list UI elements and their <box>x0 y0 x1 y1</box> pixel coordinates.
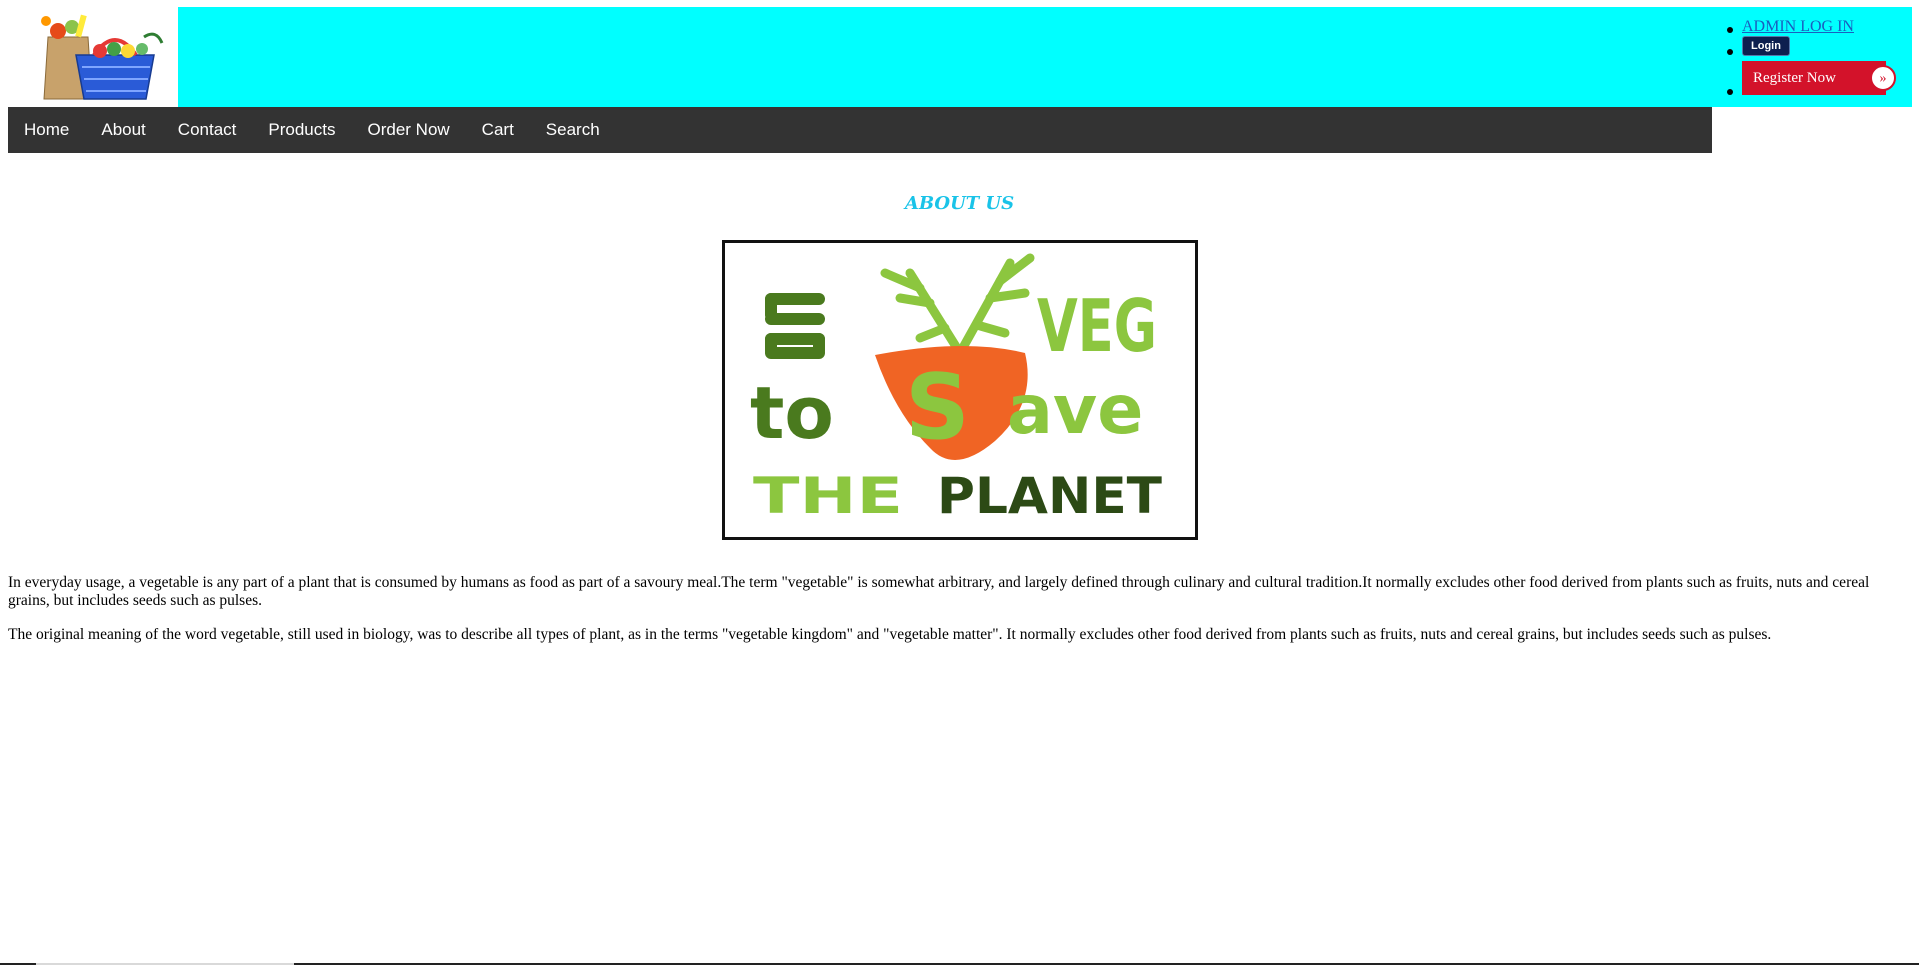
bullet-icon <box>1727 27 1733 33</box>
bullet-icon <box>1727 89 1733 95</box>
header-banner: ADMIN LOG IN Login Register Now » <box>178 7 1912 107</box>
nav-item-home[interactable]: Home <box>8 107 85 153</box>
header-links-list: ADMIN LOG IN Login Register Now » <box>1727 7 1912 107</box>
nav-item-about[interactable]: About <box>85 107 161 153</box>
sprout-icon <box>880 253 1035 358</box>
page-title: ABOUT US <box>904 193 1015 214</box>
veg-planet-image: VEG to S ave THE PLANET <box>722 240 1198 540</box>
register-now-button[interactable]: Register Now » <box>1742 61 1896 95</box>
admin-login-item: ADMIN LOG IN <box>1727 18 1854 36</box>
om-symbol-icon <box>765 293 825 359</box>
login-button[interactable]: Login <box>1742 36 1790 56</box>
ave-text: ave <box>1007 371 1143 450</box>
to-text: to <box>750 371 834 455</box>
veg-to-save-the-planet-illustration: VEG to S ave THE PLANET <box>750 253 1162 525</box>
about-paragraph-2: The original meaning of the word vegetab… <box>8 626 1772 643</box>
login-item: Login <box>1727 36 1790 56</box>
the-text: THE <box>753 467 903 525</box>
nav-item-cart[interactable]: Cart <box>466 107 530 153</box>
veg-text: VEG <box>1037 284 1157 368</box>
nav-item-contact[interactable]: Contact <box>162 107 253 153</box>
nav-item-search[interactable]: Search <box>530 107 616 153</box>
bullet-icon <box>1727 49 1733 55</box>
about-paragraph-1: In everyday usage, a vegetable is any pa… <box>8 574 1870 609</box>
register-now-label: Register Now <box>1753 70 1836 86</box>
double-chevron-right-icon: » <box>1870 65 1896 91</box>
main-navbar: Home About Contact Products Order Now Ca… <box>8 107 1712 153</box>
planet-text: PLANET <box>937 467 1162 525</box>
site-logo[interactable] <box>8 7 178 107</box>
admin-login-link[interactable]: ADMIN LOG IN <box>1742 18 1854 35</box>
save-s-text: S <box>905 355 970 460</box>
nav-item-products[interactable]: Products <box>252 107 351 153</box>
register-item: Register Now » <box>1727 61 1896 95</box>
grocery-basket-icon <box>41 14 164 100</box>
nav-item-order-now[interactable]: Order Now <box>351 107 465 153</box>
